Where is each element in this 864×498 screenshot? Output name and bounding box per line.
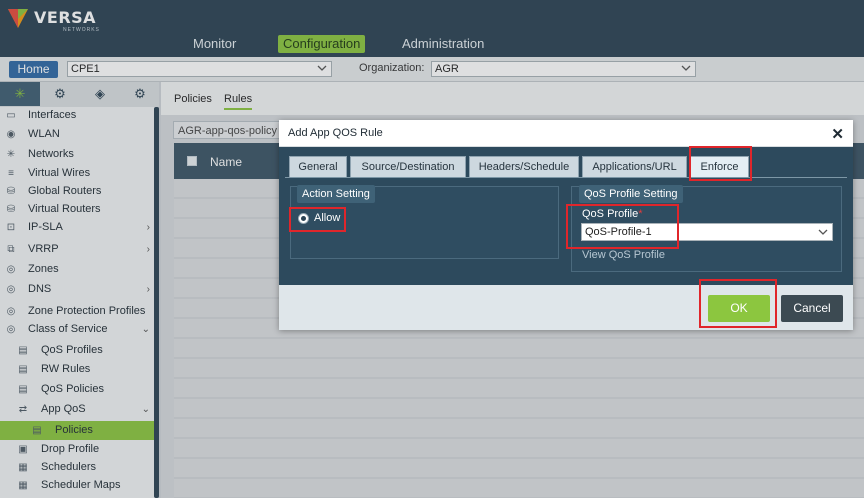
close-icon[interactable]: ✕ <box>831 125 844 143</box>
highlight-ok-button <box>699 279 777 328</box>
tab-headers-schedule[interactable]: Headers/Schedule <box>469 156 579 177</box>
tab-general[interactable]: General <box>289 156 347 177</box>
cancel-button[interactable]: Cancel <box>781 295 843 322</box>
qos-profile-setting-title: QoS Profile Setting <box>579 185 683 203</box>
highlight-enforce-tab <box>689 146 752 181</box>
highlight-allow-option <box>289 207 346 232</box>
chevron-down-icon <box>818 229 828 235</box>
dialog-header: Add App QOS Rule ✕ <box>279 120 853 147</box>
tab-divider <box>285 177 847 178</box>
tab-source-destination[interactable]: Source/Destination <box>350 156 466 177</box>
dialog-title: Add App QOS Rule <box>288 127 383 139</box>
action-setting-title: Action Setting <box>297 185 375 203</box>
highlight-qos-profile <box>566 204 679 249</box>
view-qos-profile-link[interactable]: View QoS Profile <box>582 249 665 261</box>
tab-applications-url[interactable]: Applications/URL <box>582 156 687 177</box>
